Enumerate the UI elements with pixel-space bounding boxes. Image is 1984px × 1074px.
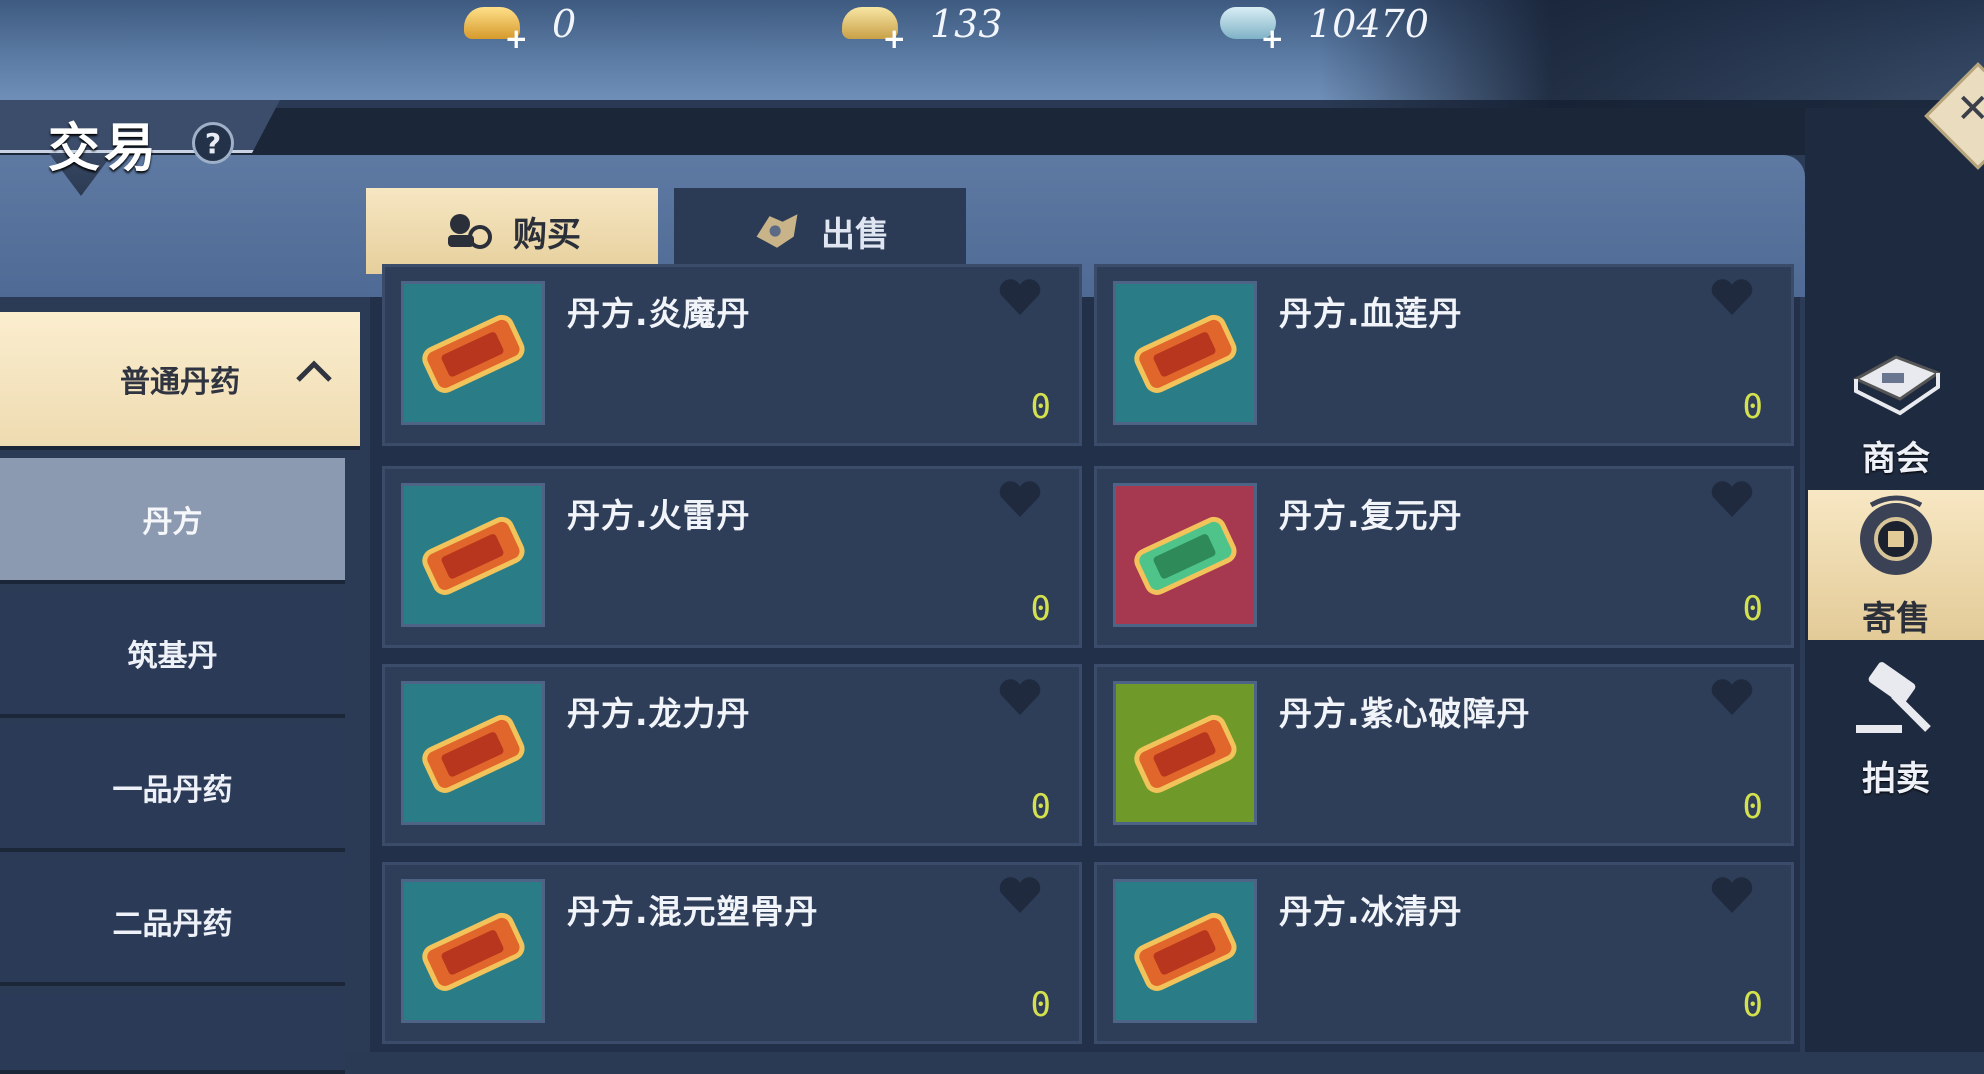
gold-ticket-icon: + bbox=[838, 1, 906, 53]
heart-icon[interactable] bbox=[1709, 277, 1755, 321]
currency-value: 10470 bbox=[1308, 2, 1429, 46]
item-count: 0 bbox=[1030, 985, 1051, 1025]
tab-label: 购买 bbox=[513, 214, 581, 255]
recipe-scroll-icon bbox=[401, 681, 545, 825]
close-icon: ✕ bbox=[1956, 86, 1984, 132]
category-parent[interactable]: 普通丹药 bbox=[0, 312, 360, 450]
category-parent-label: 普通丹药 bbox=[120, 365, 240, 400]
heart-icon[interactable] bbox=[1709, 479, 1755, 523]
item-card[interactable]: 丹方.复元丹 0 bbox=[1094, 466, 1794, 648]
category-item[interactable]: 一品丹药 bbox=[0, 726, 345, 852]
help-icon[interactable]: ? bbox=[192, 122, 234, 164]
item-count: 0 bbox=[1742, 787, 1763, 827]
item-name: 丹方.冰清丹 bbox=[1279, 892, 1463, 931]
consign-icon bbox=[1851, 491, 1941, 585]
tab-sell[interactable]: 出售 bbox=[674, 188, 966, 274]
item-count: 0 bbox=[1030, 787, 1051, 827]
item-name: 丹方.复元丹 bbox=[1279, 496, 1463, 535]
heart-icon[interactable] bbox=[997, 277, 1043, 321]
category-item[interactable]: 丹方 bbox=[0, 458, 345, 584]
tab-label: 出售 bbox=[821, 214, 889, 255]
item-name: 丹方.混元塑骨丹 bbox=[567, 892, 819, 931]
category-item[interactable]: 筑基丹 bbox=[0, 592, 345, 718]
item-count: 0 bbox=[1030, 387, 1051, 427]
recipe-scroll-icon bbox=[401, 483, 545, 627]
item-count: 0 bbox=[1742, 985, 1763, 1025]
currency-value: 0 bbox=[552, 2, 577, 46]
recipe-scroll-icon bbox=[1113, 483, 1257, 627]
chevron-up-icon bbox=[294, 356, 334, 394]
item-card[interactable]: 丹方.火雷丹 0 bbox=[382, 466, 1082, 648]
heart-icon[interactable] bbox=[997, 479, 1043, 523]
item-name: 丹方.炎魔丹 bbox=[567, 294, 751, 333]
category-item[interactable]: 二品丹药 bbox=[0, 860, 345, 986]
item-card[interactable]: 丹方.冰清丹 0 bbox=[1094, 862, 1794, 1044]
category-label: 筑基丹 bbox=[127, 639, 218, 674]
recipe-scroll-icon bbox=[1113, 281, 1257, 425]
heart-icon[interactable] bbox=[997, 875, 1043, 919]
item-card[interactable]: 丹方.血莲丹 0 bbox=[1094, 264, 1794, 446]
recipe-scroll-icon bbox=[1113, 681, 1257, 825]
item-name: 丹方.火雷丹 bbox=[567, 496, 751, 535]
category-label: 二品丹药 bbox=[112, 907, 233, 942]
side-nav-label: 寄售 bbox=[1862, 599, 1930, 639]
item-count: 0 bbox=[1030, 589, 1051, 629]
recipe-scroll-icon bbox=[401, 879, 545, 1023]
heart-icon[interactable] bbox=[1709, 677, 1755, 721]
currency-silver-coin[interactable]: + 10470 bbox=[1216, 0, 1429, 54]
side-nav-label: 商会 bbox=[1862, 439, 1930, 479]
category-label: 一品丹药 bbox=[112, 773, 233, 808]
auction-icon bbox=[1848, 661, 1944, 745]
silver-coin-icon: + bbox=[1216, 1, 1284, 53]
tab-buy[interactable]: 购买 bbox=[366, 188, 658, 274]
chamber-icon bbox=[1848, 351, 1944, 425]
currency-value: 133 bbox=[930, 2, 1003, 46]
category-item-partial[interactable] bbox=[0, 994, 345, 1074]
side-nav-consign[interactable]: 寄售 bbox=[1808, 490, 1984, 640]
side-nav-label: 拍卖 bbox=[1862, 759, 1930, 799]
item-count: 0 bbox=[1742, 589, 1763, 629]
item-count: 0 bbox=[1742, 387, 1763, 427]
category-label: 丹方 bbox=[142, 505, 203, 540]
item-card[interactable]: 丹方.紫心破障丹 0 bbox=[1094, 664, 1794, 846]
buy-icon bbox=[443, 211, 495, 251]
item-name: 丹方.龙力丹 bbox=[567, 694, 751, 733]
item-name: 丹方.血莲丹 bbox=[1279, 294, 1463, 333]
item-name: 丹方.紫心破障丹 bbox=[1279, 694, 1531, 733]
recipe-scroll-icon bbox=[401, 281, 545, 425]
side-nav-auction[interactable]: 拍卖 bbox=[1808, 650, 1984, 800]
currency-gold-ingot[interactable]: + 0 bbox=[460, 0, 576, 54]
currency-gold-ticket[interactable]: + 133 bbox=[838, 0, 1003, 54]
sell-icon bbox=[751, 211, 803, 251]
item-card[interactable]: 丹方.龙力丹 0 bbox=[382, 664, 1082, 846]
recipe-scroll-icon bbox=[1113, 879, 1257, 1023]
heart-icon[interactable] bbox=[997, 677, 1043, 721]
gold-ingot-icon: + bbox=[460, 1, 528, 53]
item-card[interactable]: 丹方.炎魔丹 0 bbox=[382, 264, 1082, 446]
item-card[interactable]: 丹方.混元塑骨丹 0 bbox=[382, 862, 1082, 1044]
page-title: 交易 bbox=[48, 118, 161, 179]
heart-icon[interactable] bbox=[1709, 875, 1755, 919]
side-nav-chamber[interactable]: 商会 bbox=[1808, 330, 1984, 480]
